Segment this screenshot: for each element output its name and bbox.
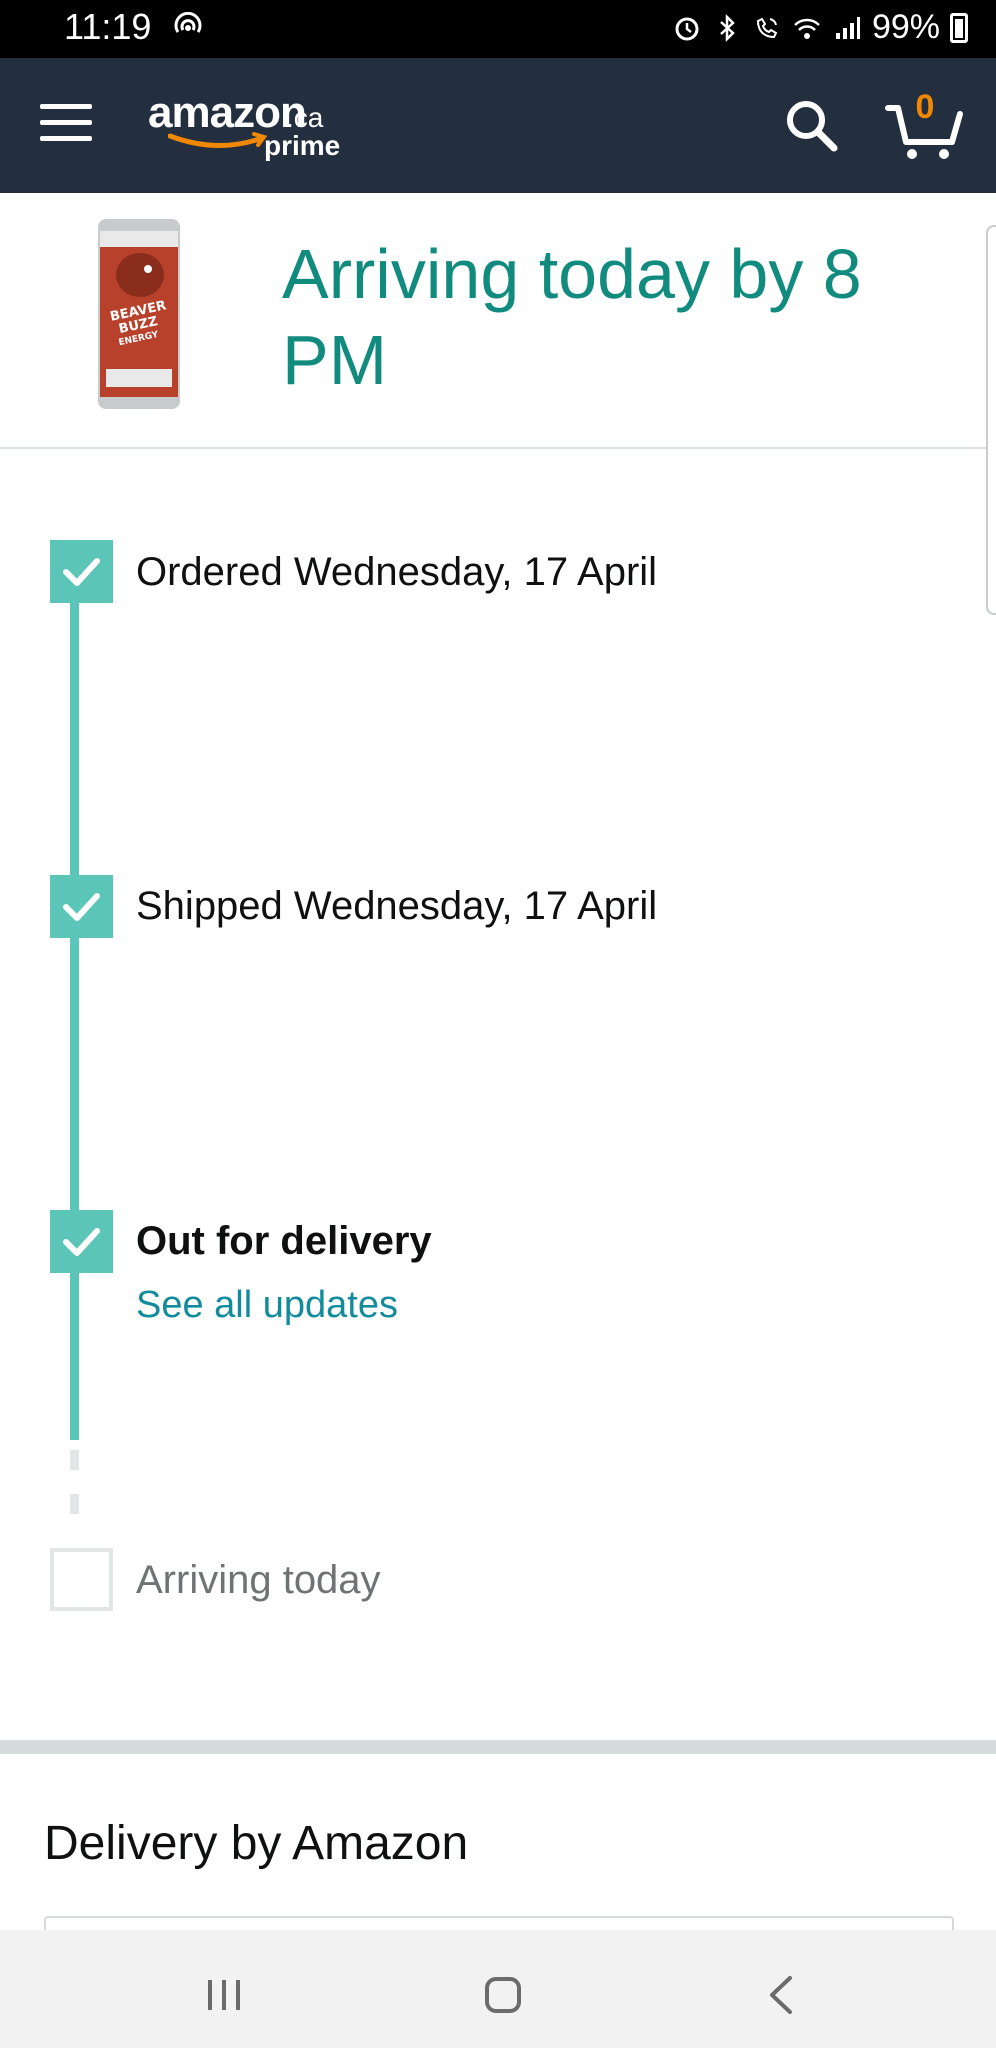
hamburger-icon <box>40 104 92 109</box>
timeline-progress-line <box>70 580 79 1440</box>
delivery-section-title: Delivery by Amazon <box>44 1817 469 1870</box>
see-all-updates-link[interactable]: See all updates <box>136 1284 398 1327</box>
logo-prime: prime <box>264 130 341 161</box>
system-nav-bar <box>0 1930 996 2048</box>
step-arriving-label: Arriving today <box>136 1558 381 1602</box>
cart-button[interactable]: 0 <box>884 88 964 164</box>
step-out-for-delivery-label: Out for delivery <box>136 1219 432 1263</box>
product-image[interactable]: BEAVER BUZZ ENERGY <box>96 217 182 411</box>
wifi-icon <box>794 18 820 39</box>
step-shipped-label: Shipped Wednesday, 17 April <box>136 884 658 928</box>
timeline-pending-dash <box>70 1494 79 1514</box>
battery-percent: 99% <box>871 8 940 46</box>
recent-apps-icon[interactable] <box>204 1976 244 2014</box>
step-ordered-label: Ordered Wednesday, 17 April <box>136 550 658 594</box>
step-out-for-delivery-check <box>50 1210 113 1273</box>
checkmark-icon <box>63 558 100 586</box>
shipment-summary: BEAVER BUZZ ENERGY Arriving today by 8 P… <box>0 193 988 449</box>
arrival-title: Arriving today by 8 PM <box>282 235 862 399</box>
back-icon[interactable] <box>766 1974 796 2016</box>
home-icon[interactable] <box>484 1976 522 2014</box>
section-divider <box>0 1740 996 1754</box>
step-ordered-check <box>50 540 113 603</box>
step-arriving-checkbox <box>50 1548 113 1611</box>
side-drawer-handle[interactable] <box>986 225 996 615</box>
alarm-icon <box>675 17 699 40</box>
search-icon <box>787 101 838 152</box>
amazon-prime-logo[interactable]: amazon .ca prime <box>148 88 368 168</box>
step-shipped-check <box>50 875 113 938</box>
signal-icon <box>835 16 860 39</box>
timeline-pending-dash <box>70 1450 79 1470</box>
search-button[interactable] <box>782 96 842 156</box>
battery-icon <box>950 12 968 43</box>
cart-count: 0 <box>915 88 935 126</box>
status-bar: 11:19 99% <box>0 0 996 58</box>
checkmark-icon <box>63 893 100 921</box>
bluetooth-icon <box>720 13 735 42</box>
podcast-icon <box>174 12 202 33</box>
checkmark-icon <box>63 1228 100 1256</box>
app-header: amazon .ca prime 0 <box>0 58 996 193</box>
status-time: 11:19 <box>64 6 152 47</box>
menu-button[interactable] <box>40 104 92 146</box>
status-icons: 99% <box>672 8 968 47</box>
wifi-call-icon <box>756 17 778 38</box>
smile-arrow-icon <box>168 132 268 148</box>
